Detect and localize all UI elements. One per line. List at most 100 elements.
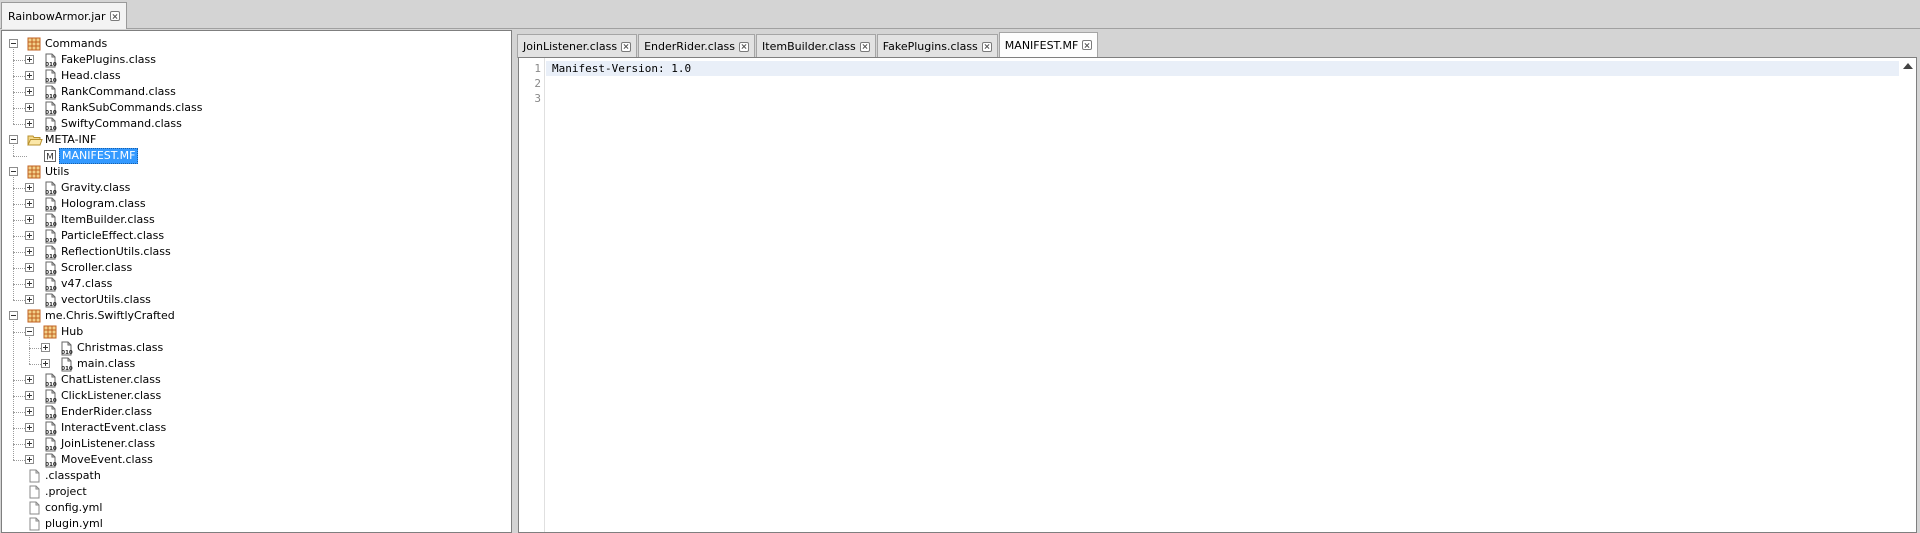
expand-icon[interactable]	[25, 183, 34, 192]
tree-node-label[interactable]: v47.class	[59, 276, 114, 292]
tree-node-label[interactable]: Head.class	[59, 68, 123, 84]
tree-node-label[interactable]: config.yml	[43, 500, 104, 516]
tree-node-label[interactable]: ItemBuilder.class	[59, 212, 157, 228]
tree-node-label[interactable]: EnderRider.class	[59, 404, 154, 420]
expand-icon[interactable]	[25, 87, 34, 96]
tree-node-label[interactable]: vectorUtils.class	[59, 292, 153, 308]
tree-node[interactable]: 010 RankSubCommands.class	[2, 100, 510, 116]
tree-node[interactable]: 010 MoveEvent.class	[2, 452, 510, 468]
expand-icon[interactable]	[25, 199, 34, 208]
expand-icon[interactable]	[25, 55, 34, 64]
expand-icon[interactable]	[25, 455, 34, 464]
tree-node-label[interactable]: Utils	[43, 164, 71, 180]
close-icon[interactable]	[621, 41, 632, 52]
tree-node-label[interactable]: Christmas.class	[75, 340, 165, 356]
expand-icon[interactable]	[25, 375, 34, 384]
tree-node[interactable]: 010 Gravity.class	[2, 180, 510, 196]
tree-node[interactable]: Hub	[2, 324, 510, 340]
expand-icon[interactable]	[25, 263, 34, 272]
tree-node[interactable]: 010 vectorUtils.class	[2, 292, 510, 308]
tree-node-label[interactable]: me.Chris.SwiftlyCrafted	[43, 308, 177, 324]
expand-icon[interactable]	[25, 119, 34, 128]
tree-node[interactable]: M MANIFEST.MF	[2, 148, 510, 164]
expand-icon[interactable]	[25, 247, 34, 256]
close-icon[interactable]	[981, 41, 992, 52]
tree-node-label[interactable]: InteractEvent.class	[59, 420, 168, 436]
tree-node[interactable]: Utils	[2, 164, 510, 180]
editor-tab[interactable]: FakePlugins.class	[876, 34, 998, 58]
vertical-scrollbar[interactable]	[1900, 58, 1916, 532]
tree-node[interactable]: 010 ChatListener.class	[2, 372, 510, 388]
tree-node-label[interactable]: .classpath	[43, 468, 103, 484]
tree-node-label[interactable]: META-INF	[43, 132, 98, 148]
expand-icon[interactable]	[25, 439, 34, 448]
tree-node-label[interactable]: ReflectionUtils.class	[59, 244, 173, 260]
tree-node-label[interactable]: MoveEvent.class	[59, 452, 155, 468]
tree-node[interactable]: 010 EnderRider.class	[2, 404, 510, 420]
tree-node[interactable]: 010 main.class	[2, 356, 510, 372]
scroll-up-arrow-icon[interactable]	[1903, 63, 1913, 69]
tree-node[interactable]: 010 JoinListener.class	[2, 436, 510, 452]
tree-node[interactable]: META-INF	[2, 132, 510, 148]
expand-icon[interactable]	[25, 391, 34, 400]
tree-node[interactable]: .project	[2, 484, 510, 500]
tree-node-label[interactable]: MANIFEST.MF	[59, 148, 139, 164]
tree-node-label[interactable]: .project	[43, 484, 89, 500]
tree-node-label[interactable]: Scroller.class	[59, 260, 134, 276]
tree-node-label[interactable]: ClickListener.class	[59, 388, 163, 404]
tree-node-label[interactable]: Hub	[59, 324, 85, 340]
tree-node[interactable]: 010 Scroller.class	[2, 260, 510, 276]
tree-node-label[interactable]: plugin.yml	[43, 516, 105, 532]
editor-tab[interactable]: EnderRider.class	[638, 34, 756, 58]
close-icon[interactable]	[1082, 40, 1093, 50]
tree-node[interactable]: .classpath	[2, 468, 510, 484]
tree-node[interactable]: 010 InteractEvent.class	[2, 420, 510, 436]
tree-node-label[interactable]: Commands	[43, 36, 109, 52]
tree-node[interactable]: 010 Head.class	[2, 68, 510, 84]
editor-tab[interactable]: JoinListener.class	[517, 34, 638, 58]
tree-node[interactable]: 010 RankCommand.class	[2, 84, 510, 100]
collapse-icon[interactable]	[9, 135, 18, 144]
tree-node[interactable]: Commands	[2, 36, 510, 52]
tree-node[interactable]: 010 Christmas.class	[2, 340, 510, 356]
file-tab-rainbowarmor-jar[interactable]: RainbowArmor.jar	[1, 2, 127, 29]
close-icon[interactable]	[739, 41, 750, 52]
collapse-icon[interactable]	[9, 311, 18, 320]
editor-tab[interactable]: ItemBuilder.class	[756, 34, 876, 58]
tree-node-label[interactable]: SwiftyCommand.class	[59, 116, 184, 132]
tree-node-label[interactable]: Gravity.class	[59, 180, 132, 196]
expand-icon[interactable]	[25, 215, 34, 224]
tree-node-label[interactable]: FakePlugins.class	[59, 52, 158, 68]
expand-icon[interactable]	[25, 295, 34, 304]
collapse-icon[interactable]	[9, 167, 18, 176]
editor-tab[interactable]: MANIFEST.MF	[998, 32, 1099, 57]
expand-icon[interactable]	[25, 279, 34, 288]
expand-icon[interactable]	[25, 407, 34, 416]
collapse-icon[interactable]	[25, 327, 34, 336]
expand-icon[interactable]	[41, 343, 50, 352]
tree-node-label[interactable]: JoinListener.class	[59, 436, 157, 452]
tree-node[interactable]: 010 Hologram.class	[2, 196, 510, 212]
tree-node[interactable]: 010 SwiftyCommand.class	[2, 116, 510, 132]
tree-node[interactable]: 010 ParticleEffect.class	[2, 228, 510, 244]
tree-node-label[interactable]: RankSubCommands.class	[59, 100, 205, 116]
code-line[interactable]: Manifest-Version: 1.0	[552, 61, 691, 76]
expand-icon[interactable]	[25, 423, 34, 432]
tree-node[interactable]: config.yml	[2, 500, 510, 516]
expand-icon[interactable]	[25, 103, 34, 112]
tree-node[interactable]: 010 FakePlugins.class	[2, 52, 510, 68]
close-icon[interactable]	[859, 41, 870, 52]
tree-node-label[interactable]: RankCommand.class	[59, 84, 178, 100]
tree-node-label[interactable]: main.class	[75, 356, 137, 372]
tree-node[interactable]: 010 ClickListener.class	[2, 388, 510, 404]
tree-node[interactable]: 010 ReflectionUtils.class	[2, 244, 510, 260]
tree-node[interactable]: 010 v47.class	[2, 276, 510, 292]
tree-node[interactable]: me.Chris.SwiftlyCrafted	[2, 308, 510, 324]
close-icon[interactable]	[109, 11, 120, 21]
tree-node[interactable]: plugin.yml	[2, 516, 510, 532]
tree-node-label[interactable]: ParticleEffect.class	[59, 228, 166, 244]
tree-node-label[interactable]: ChatListener.class	[59, 372, 163, 388]
collapse-icon[interactable]	[9, 39, 18, 48]
tree-node-label[interactable]: Hologram.class	[59, 196, 148, 212]
text-editor[interactable]: 1 2 3 Manifest-Version: 1.0	[518, 57, 1917, 533]
